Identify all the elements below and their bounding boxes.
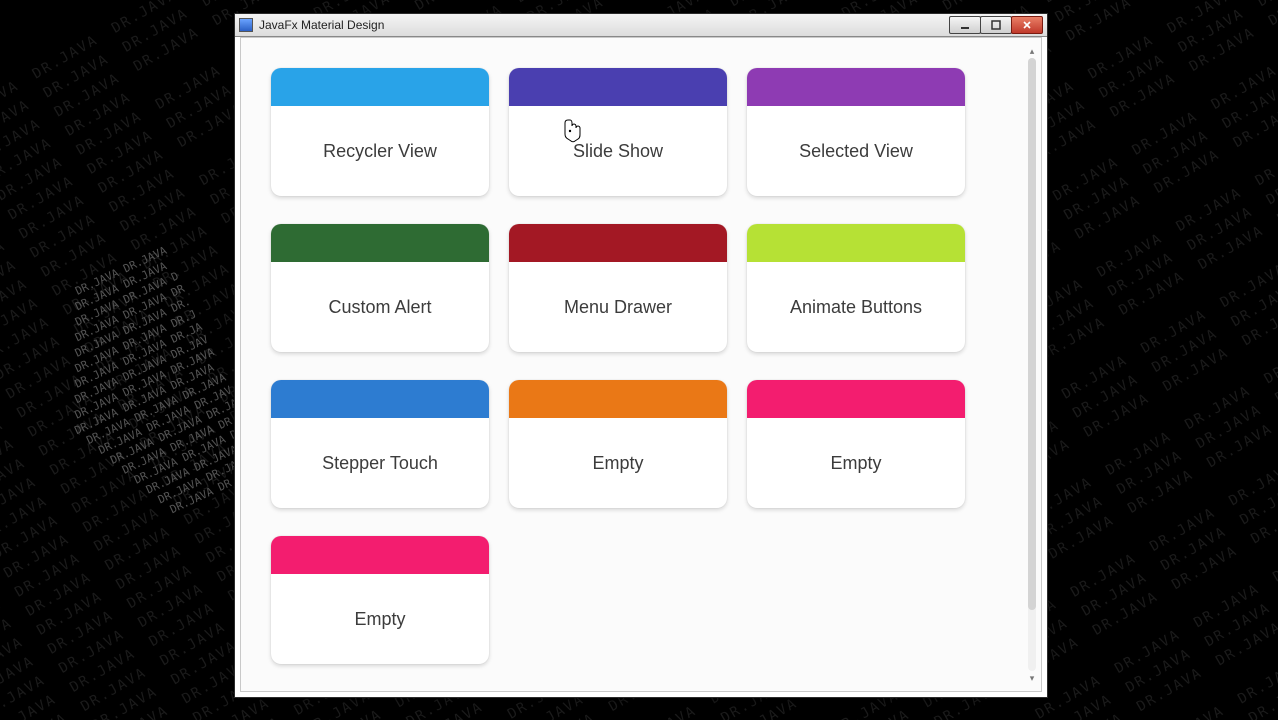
scroll-viewport[interactable]: Recycler ViewSlide ShowSelected View Cust… — [241, 38, 1041, 691]
minimize-button[interactable] — [949, 16, 981, 34]
card-recycler-view-0[interactable]: Recycler View — [271, 68, 489, 196]
card-slide-show-1[interactable]: Slide Show — [509, 68, 727, 196]
window-title: JavaFx Material Design — [259, 18, 384, 32]
card-stripe — [747, 380, 965, 418]
card-label: Recycler View — [271, 106, 489, 196]
minimize-icon — [960, 20, 970, 30]
card-label: Empty — [509, 418, 727, 508]
close-icon — [1022, 20, 1032, 30]
card-label: Selected View — [747, 106, 965, 196]
card-label: Empty — [271, 574, 489, 664]
scroll-track[interactable] — [1028, 58, 1036, 671]
card-empty-8[interactable]: Empty — [747, 380, 965, 508]
card-animate-buttons-5[interactable]: Animate Buttons — [747, 224, 965, 352]
scroll-thumb[interactable] — [1028, 58, 1036, 610]
card-stripe — [747, 68, 965, 106]
card-label: Slide Show — [509, 106, 727, 196]
maximize-icon — [991, 20, 1001, 30]
card-grid: Recycler ViewSlide ShowSelected View Cust… — [271, 68, 1019, 664]
card-menu-drawer-4[interactable]: Menu Drawer — [509, 224, 727, 352]
vertical-scrollbar[interactable]: ▴ ▾ — [1025, 44, 1039, 685]
card-stripe — [747, 224, 965, 262]
card-empty-7[interactable]: Empty — [509, 380, 727, 508]
card-stripe — [509, 224, 727, 262]
card-label: Animate Buttons — [747, 262, 965, 352]
card-stripe — [271, 380, 489, 418]
scroll-down-arrow-icon[interactable]: ▾ — [1025, 671, 1039, 685]
client-area: Recycler ViewSlide ShowSelected View Cust… — [240, 37, 1042, 692]
app-icon — [239, 18, 253, 32]
card-stripe — [271, 536, 489, 574]
card-label: Stepper Touch — [271, 418, 489, 508]
card-stripe — [509, 68, 727, 106]
card-selected-view-2[interactable]: Selected View — [747, 68, 965, 196]
card-label: Menu Drawer — [509, 262, 727, 352]
card-label: Empty — [747, 418, 965, 508]
titlebar[interactable]: JavaFx Material Design — [235, 14, 1047, 37]
card-stripe — [509, 380, 727, 418]
scroll-up-arrow-icon[interactable]: ▴ — [1025, 44, 1039, 58]
card-stepper-touch-6[interactable]: Stepper Touch — [271, 380, 489, 508]
application-window: JavaFx Material Design — [234, 13, 1048, 698]
card-custom-alert-3[interactable]: Custom Alert — [271, 224, 489, 352]
maximize-button[interactable] — [980, 16, 1012, 34]
card-stripe — [271, 224, 489, 262]
card-empty-9[interactable]: Empty — [271, 536, 489, 664]
card-label: Custom Alert — [271, 262, 489, 352]
close-button[interactable] — [1011, 16, 1043, 34]
card-stripe — [271, 68, 489, 106]
